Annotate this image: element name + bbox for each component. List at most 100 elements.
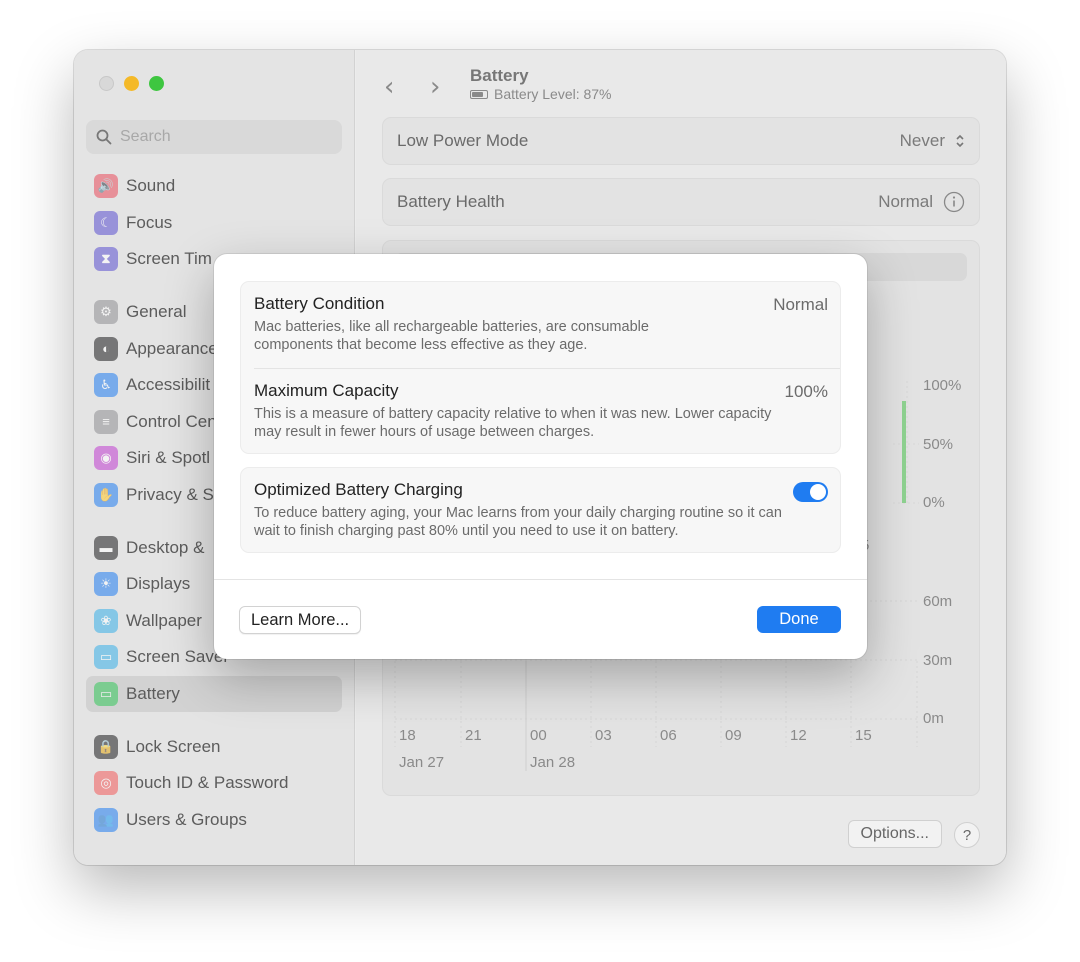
maximum-capacity-value: 100% — [784, 382, 828, 401]
sidebar-item-touch-id-password[interactable]: ◎ Touch ID & Password — [86, 765, 342, 802]
speaker-icon: 🔊 — [94, 174, 118, 199]
low-power-mode-row: Low Power Mode Never — [382, 117, 980, 165]
battery-health-row: Battery Health Normal — [382, 178, 980, 226]
y-axis-label-30m: 30m — [923, 652, 953, 669]
search-icon — [96, 129, 112, 145]
sidebar-item-label: Desktop & — [126, 537, 205, 557]
page-subtitle: Battery Level: 87% — [470, 86, 612, 102]
x-axis-tick-label: 18 — [399, 727, 416, 744]
options-button[interactable]: Options... — [847, 820, 942, 848]
low-power-mode-label: Low Power Mode — [397, 131, 529, 150]
sidebar-item-label: Siri & Spotl — [126, 448, 211, 468]
moon-icon: ☾ — [94, 210, 118, 235]
battery-condition-value: Normal — [773, 295, 828, 314]
flower-icon: ❀ — [94, 608, 118, 633]
optimized-charging-group: Optimized Battery Charging To reduce bat… — [240, 467, 841, 553]
sidebar-item-label: Focus — [126, 212, 173, 232]
help-button[interactable]: ? — [954, 822, 980, 848]
optimized-charging-row: Optimized Battery Charging To reduce bat… — [241, 468, 840, 540]
x-axis-tick-label: 21 — [465, 727, 482, 744]
battery-condition-desc: Mac batteries, like all rechargeable bat… — [254, 319, 649, 353]
battery-level-bar — [902, 401, 906, 503]
x-axis-tick-label: 09 — [725, 727, 742, 744]
control-center-icon: ≡ — [94, 409, 118, 434]
y-axis-label-100: 100% — [923, 377, 962, 394]
optimized-charging-toggle[interactable] — [793, 482, 828, 502]
sidebar-item-label: Displays — [126, 574, 191, 594]
zoom-window-button[interactable] — [149, 76, 164, 91]
forward-button[interactable]: › — [430, 72, 440, 102]
maximum-capacity-row: Maximum Capacity 100% This is a measure … — [241, 369, 840, 455]
siri-icon: ◉ — [94, 446, 118, 471]
battery-health-right: Normal — [878, 191, 965, 213]
battery-health-label: Battery Health — [397, 192, 505, 211]
sidebar-item-battery[interactable]: ▭ Battery — [86, 675, 342, 713]
low-power-mode-value: Never — [899, 131, 945, 150]
sidebar-item-label: Lock Screen — [126, 736, 221, 756]
chevron-updown-icon — [956, 134, 964, 148]
users-icon: 👥 — [94, 807, 118, 832]
sidebar-item-label: Battery — [126, 684, 180, 704]
done-button[interactable]: Done — [757, 606, 841, 633]
sidebar-item-label: Sound — [126, 176, 176, 196]
lock-icon: 🔒 — [94, 734, 118, 759]
battery-condition-row: Battery Condition Normal Mac batteries, … — [241, 282, 840, 368]
x-axis-tick-label: 06 — [660, 727, 677, 744]
back-button[interactable]: ‹ — [384, 72, 394, 102]
sidebar-item-label: Privacy & S — [126, 485, 214, 505]
sidebar-item-users-groups[interactable]: 👥 Users & Groups — [86, 802, 342, 839]
sidebar-item-lock-screen[interactable]: 🔒 Lock Screen — [86, 728, 342, 765]
battery-health-value: Normal — [878, 192, 933, 211]
sidebar-item-label: Screen Saver — [126, 647, 229, 667]
minimize-window-button[interactable] — [124, 76, 139, 91]
maximum-capacity-desc: This is a measure of battery capacity re… — [254, 406, 772, 440]
search-field[interactable] — [86, 120, 342, 154]
sidebar-item-label: General — [126, 302, 187, 322]
screensaver-icon: ▭ — [94, 645, 118, 670]
info-icon[interactable] — [943, 191, 965, 213]
sidebar-item-label: Users & Groups — [126, 809, 247, 829]
y-axis-label-0: 0% — [923, 494, 945, 511]
appearance-icon: ◐ — [94, 336, 118, 361]
x-axis-tick-label: 15 — [855, 727, 872, 744]
low-power-mode-select[interactable]: Never — [900, 131, 965, 151]
date-label-jan27: Jan 27 — [399, 754, 445, 771]
page-title: Battery — [470, 66, 529, 85]
battery-icon: ▭ — [94, 682, 118, 707]
x-axis-tick-label: 12 — [790, 727, 807, 744]
close-window-button[interactable] — [99, 76, 114, 91]
gear-icon: ⚙ — [94, 300, 118, 325]
battery-info-group: Battery Condition Normal Mac batteries, … — [240, 281, 841, 454]
fingerprint-icon: ◎ — [94, 771, 118, 796]
hourglass-icon: ⧗ — [94, 247, 118, 272]
x-axis-tick-label: 00 — [530, 727, 547, 744]
sidebar-item-label: Screen Tim — [126, 249, 212, 269]
hand-icon: ✋ — [94, 483, 118, 508]
traffic-lights — [99, 76, 164, 91]
sidebar-item-label: Control Cen — [126, 411, 217, 431]
learn-more-button[interactable]: Learn More... — [239, 606, 362, 634]
sidebar-item-focus[interactable]: ☾ Focus — [86, 205, 342, 242]
battery-icon — [470, 89, 488, 99]
y-axis-label-60m: 60m — [923, 593, 953, 610]
accessibility-icon: ♿ — [94, 373, 118, 398]
search-input[interactable] — [120, 128, 330, 146]
battery-condition-title: Battery Condition — [254, 294, 385, 313]
sun-icon: ☀ — [94, 572, 118, 597]
y-axis-label-0m: 0m — [923, 710, 944, 727]
dialog-divider — [214, 579, 867, 580]
toggle-knob — [810, 484, 826, 500]
sidebar-item-label: Touch ID & Password — [126, 773, 289, 793]
maximum-capacity-title: Maximum Capacity — [254, 381, 399, 400]
sidebar-item-label: Accessibilit — [126, 375, 211, 395]
date-label-jan28: Jan 28 — [530, 754, 576, 771]
x-axis-tick-label: 03 — [595, 727, 612, 744]
battery-level-text: Battery Level: 87% — [494, 86, 612, 102]
sidebar-item-sound[interactable]: 🔊 Sound — [86, 168, 342, 205]
y-axis-label-50: 50% — [923, 436, 954, 453]
battery-health-dialog: Battery Condition Normal Mac batteries, … — [214, 254, 867, 659]
sidebar-item-label: Appearance — [126, 338, 218, 358]
sidebar-item-label: Wallpaper — [126, 610, 202, 630]
optimized-charging-desc: To reduce battery aging, your Mac learns… — [254, 505, 782, 539]
